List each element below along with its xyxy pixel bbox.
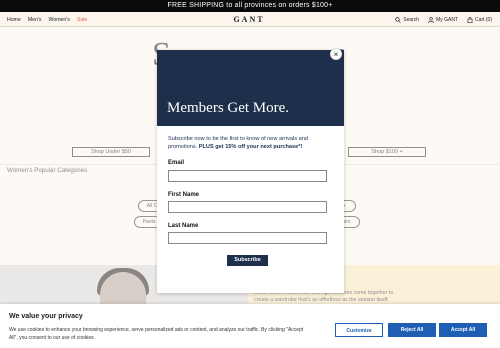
search-icon (395, 16, 401, 23)
accept-all-button[interactable]: Accept All (439, 323, 487, 337)
reject-all-button[interactable]: Reject All (388, 323, 436, 337)
nav-womens[interactable]: Women's (49, 17, 70, 23)
customize-button[interactable]: Customize (335, 323, 383, 337)
email-field[interactable] (168, 170, 327, 182)
cookie-title: We value your privacy (9, 313, 83, 320)
account-label: My GANT (436, 16, 459, 23)
brand-logo[interactable]: GANT (229, 15, 269, 24)
cart-label: Cart (0) (475, 16, 492, 23)
last-name-label: Last Name (168, 223, 199, 229)
promo-banner: FREE SHIPPING to all provinces on orders… (0, 0, 500, 12)
subscribe-button[interactable]: Subscribe (227, 255, 268, 266)
last-name-field[interactable] (168, 232, 327, 244)
main-nav: Home Men's Women's Sale (7, 12, 87, 27)
bag-icon (467, 16, 473, 23)
utility-nav: Search My GANT Cart (0) (395, 12, 492, 27)
cookie-text: We use cookies to enhance your browsing … (9, 327, 304, 341)
modal-banner-title: Members Get More. (167, 100, 290, 116)
nav-sale[interactable]: Sale (77, 17, 87, 23)
search-link[interactable]: Search (395, 17, 419, 23)
newsletter-modal: Members Get More. Subscribe now to be th… (157, 50, 344, 293)
cart-link[interactable]: Cart (0) (467, 17, 492, 23)
first-name-field[interactable] (168, 201, 327, 213)
cookie-banner: We value your privacy We use cookies to … (0, 304, 500, 348)
modal-intro: Subscribe now to be the first to know of… (168, 135, 338, 151)
first-name-label: First Name (168, 192, 200, 198)
email-label: Email (168, 160, 185, 166)
nav-mens[interactable]: Men's (28, 17, 42, 23)
nav-home[interactable]: Home (7, 17, 21, 23)
modal-intro-offer: PLUS get 15% off your next purchase*! (198, 144, 303, 150)
modal-banner: Members Get More. (157, 50, 344, 126)
account-link[interactable]: My GANT (428, 17, 458, 23)
user-icon (428, 16, 434, 23)
search-label: Search (403, 16, 420, 23)
site-header: Home Men's Women's Sale GANT Search My G… (0, 12, 500, 27)
close-icon[interactable]: × (330, 48, 342, 60)
promo-text: FREE SHIPPING to all provinces on orders… (167, 2, 333, 9)
